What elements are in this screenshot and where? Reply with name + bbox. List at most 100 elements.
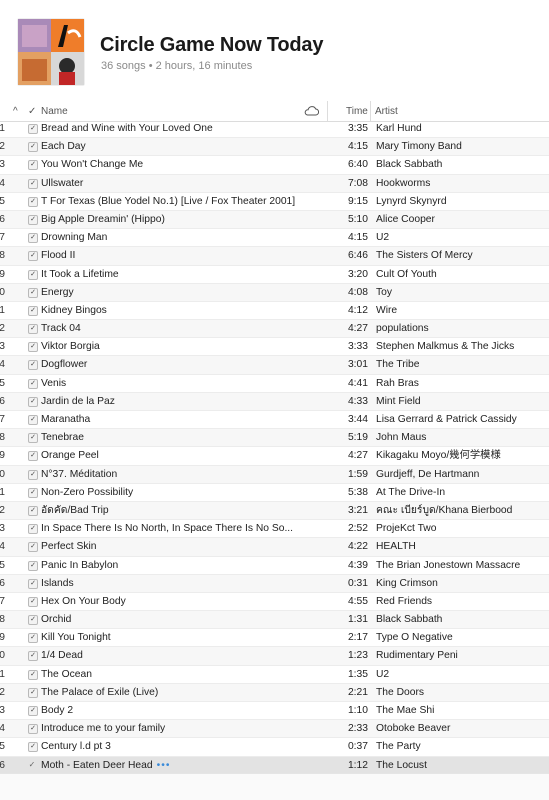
track-row[interactable]: 3 ✓ In Space There Is No North, In Space T…: [0, 520, 549, 539]
column-check[interactable]: ✓: [28, 106, 36, 117]
column-name[interactable]: Name: [41, 106, 68, 117]
sort-indicator-icon[interactable]: ^: [13, 106, 18, 117]
checkbox-icon[interactable]: ✓: [28, 415, 38, 425]
now-playing-icon[interactable]: ✓: [28, 760, 36, 769]
track-row[interactable]: 6 ✓ Jardin de la Paz 4:33 Mint Field: [0, 392, 549, 411]
checkbox-icon[interactable]: ✓: [28, 451, 38, 462]
checkbox-icon[interactable]: ✓: [28, 269, 38, 280]
playlist-subtitle: 36 songs • 2 hours, 16 minutes: [101, 60, 253, 72]
track-row[interactable]: 2 ✓ Track 04 4:27 populations: [0, 320, 549, 339]
track-time: 3:33: [347, 341, 368, 353]
track-number: 2: [0, 141, 5, 153]
track-name: Orchid: [41, 614, 72, 626]
checkbox-icon[interactable]: ✓: [28, 724, 38, 735]
track-row[interactable]: 9 ✓ It Took a Lifetime 3:20 Cult Of Youth: [0, 266, 549, 284]
checkbox-icon[interactable]: ✓: [28, 469, 38, 480]
track-number: 1: [0, 486, 5, 498]
checkbox-icon[interactable]: ✓: [28, 214, 38, 225]
track-row[interactable]: 4 ✓ Ullswater 7:08 Hookworms: [0, 174, 549, 193]
checkbox-icon[interactable]: ✓: [28, 396, 38, 407]
checkbox-icon[interactable]: ✓: [28, 251, 38, 262]
checkbox-icon[interactable]: ✓: [28, 669, 38, 680]
playlist-artwork[interactable]: [18, 19, 84, 85]
track-row[interactable]: 4 ✓ Dogflower 3:01 The Tribe: [0, 356, 549, 375]
track-row[interactable]: 4 ✓ Introduce me to your family 2:33 Otoboke…: [0, 720, 549, 739]
track-number: 4: [0, 723, 5, 735]
track-number: 8: [0, 614, 5, 626]
checkbox-icon[interactable]: ✓: [28, 142, 38, 153]
column-time[interactable]: Time: [346, 106, 368, 117]
track-row[interactable]: 1 ✓ Non-Zero Possibility 5:38 At The Drive-I…: [0, 484, 549, 502]
track-row[interactable]: 5 ✓ Venis 4:41 Rah Bras: [0, 375, 549, 393]
track-row[interactable]: 6 ✓ Islands 0:31 King Crimson: [0, 574, 549, 593]
track-artist: Cult Of Youth: [376, 268, 437, 280]
track-row[interactable]: 9 ✓ Kill You Tonight 2:17 Type O Negative: [0, 629, 549, 648]
track-artist: Lisa Gerrard & Patrick Cassidy: [376, 414, 517, 425]
checkbox-icon[interactable]: ✓: [28, 178, 38, 189]
track-row[interactable]: 8 ✓ Flood II 6:46 The Sisters Of Mercy: [0, 247, 549, 266]
track-row[interactable]: 5 ✓ T For Texas (Blue Yodel No.1) [Live / …: [0, 193, 549, 211]
track-row[interactable]: 2 ✓ อัดคัด/Bad Trip 3:21 คณะ เบียร์บูด/Khana…: [0, 501, 549, 521]
checkbox-icon[interactable]: ✓: [28, 360, 38, 371]
checkbox-icon[interactable]: ✓: [28, 615, 38, 626]
track-row[interactable]: 0 ✓ 1/4 Dead 1:23 Rudimentary Peni: [0, 647, 549, 666]
track-row[interactable]: 0 ✓ N°37. Méditation 1:59 Gurdjeff, De Hartm…: [0, 465, 549, 484]
checkbox-icon[interactable]: ✓: [28, 487, 38, 498]
checkbox-icon[interactable]: ✓: [28, 633, 38, 644]
track-time: 2:17: [347, 632, 368, 644]
track-row[interactable]: 9 ✓ Orange Peel 4:27 Kikagaku Moyo/幾何学模様: [0, 447, 549, 466]
checkbox-icon[interactable]: ✓: [28, 578, 38, 589]
track-row[interactable]: 1 ✓ Kidney Bingos 4:12 Wire: [0, 302, 549, 321]
checkbox-icon[interactable]: ✓: [28, 233, 38, 244]
checkbox-icon[interactable]: ✓: [28, 324, 38, 335]
track-name: Venis: [41, 377, 67, 389]
checkbox-icon[interactable]: ✓: [28, 305, 38, 316]
checkbox-icon[interactable]: ✓: [28, 524, 38, 535]
track-artist: The Doors: [376, 686, 425, 698]
checkbox-icon[interactable]: ✓: [28, 651, 38, 662]
track-row[interactable]: 6 ✓ Big Apple Dreamin' (Hippo) 5:10 Alice Co…: [0, 210, 549, 230]
track-row[interactable]: 3 ✓ Body 2 1:10 The Mae Shi: [0, 702, 549, 721]
track-row[interactable]: 8 ✓ Orchid 1:31 Black Sabbath: [0, 611, 549, 630]
track-row[interactable]: 7 ✓ Maranatha 3:44 Lisa Gerrard & Patrick Ca…: [0, 411, 549, 430]
checkbox-icon[interactable]: ✓: [28, 687, 38, 698]
track-row[interactable]: 3 ✓ You Won't Change Me 6:40 Black Sabbath: [0, 156, 549, 175]
checkbox-icon[interactable]: ✓: [28, 505, 38, 516]
checkbox-icon[interactable]: ✓: [28, 378, 38, 389]
checkbox-icon[interactable]: ✓: [28, 196, 38, 207]
checkbox-icon[interactable]: ✓: [28, 542, 38, 553]
track-number: 6: [0, 577, 5, 589]
track-row[interactable]: 3 ✓ Viktor Borgia 3:33 Stephen Malkmus & The…: [0, 338, 549, 357]
column-artist[interactable]: Artist: [375, 106, 398, 117]
checkbox-icon[interactable]: ✓: [28, 596, 38, 607]
track-row[interactable]: 2 ✓ The Palace of Exile (Live) 2:21 The Door…: [0, 683, 549, 702]
track-time: 4:22: [347, 541, 368, 553]
track-row[interactable]: 1 ✓ Bread and Wine with Your Loved One 3:35…: [0, 120, 549, 139]
track-artist: populations: [376, 323, 429, 335]
checkbox-icon[interactable]: ✓: [28, 742, 38, 753]
track-row[interactable]: 8 ✓ Tenebrae 5:19 John Maus: [0, 429, 549, 448]
checkbox-icon[interactable]: ✓: [28, 287, 38, 298]
more-options-icon[interactable]: •••: [157, 760, 171, 771]
track-row[interactable]: 5 ✓ Panic In Babylon 4:39 The Brian Jonestow…: [0, 557, 549, 575]
track-artist: The Mae Shi: [376, 705, 435, 716]
track-name: Islands: [41, 577, 74, 589]
track-time: 0:31: [347, 577, 368, 589]
checkbox-icon[interactable]: ✓: [28, 160, 38, 171]
track-row[interactable]: 0 ✓ Energy 4:08 Toy: [0, 283, 549, 302]
checkbox-icon[interactable]: ✓: [28, 124, 38, 134]
track-row[interactable]: 7 ✓ Drowning Man 4:15 U2: [0, 229, 549, 248]
track-row[interactable]: 5 ✓ Century l.d pt 3 0:37 The Party: [0, 738, 549, 757]
checkbox-icon[interactable]: ✓: [28, 706, 38, 716]
track-row[interactable]: 7 ✓ Hex On Your Body 4:55 Red Friends: [0, 593, 549, 612]
track-row[interactable]: 2 ✓ Each Day 4:15 Mary Timony Band: [0, 138, 549, 157]
track-row[interactable]: 1 ✓ The Ocean 1:35 U2: [0, 666, 549, 684]
checkbox-icon[interactable]: ✓: [28, 342, 38, 353]
track-row[interactable]: 4 ✓ Perfect Skin 4:22 HEALTH: [0, 538, 549, 557]
track-time: 5:10: [347, 213, 368, 225]
checkbox-icon[interactable]: ✓: [28, 560, 38, 571]
track-time: 2:52: [347, 523, 368, 535]
checkbox-icon[interactable]: ✓: [28, 433, 38, 444]
track-number: 2: [0, 686, 5, 698]
cloud-icon[interactable]: [304, 106, 319, 116]
